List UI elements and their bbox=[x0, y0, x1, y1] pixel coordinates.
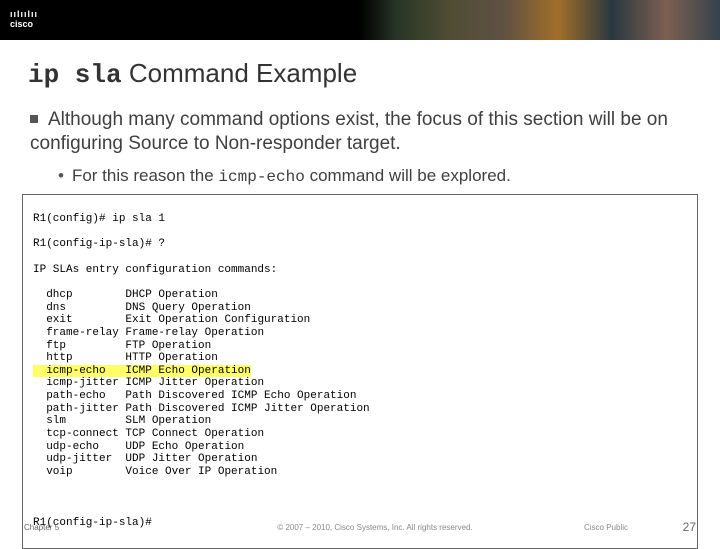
term-option-row: dns DNS Query Operation bbox=[33, 302, 687, 315]
term-option-desc: Path Discovered ICMP Jitter Operation bbox=[125, 403, 369, 415]
term-option-desc: DNS Query Operation bbox=[125, 302, 250, 314]
term-option-desc: HTTP Operation bbox=[125, 352, 217, 364]
term-option: voip bbox=[33, 466, 125, 478]
term-option-desc: UDP Echo Operation bbox=[125, 441, 244, 453]
term-line: R1(config)# ip sla 1 bbox=[33, 213, 687, 226]
term-option-row: udp-jitter UDP Jitter Operation bbox=[33, 453, 687, 466]
term-option-row: dhcp DHCP Operation bbox=[33, 289, 687, 302]
page-title: ip sla Command Example bbox=[28, 58, 696, 90]
term-line: IP SLAs entry configuration commands: bbox=[33, 264, 687, 277]
sub-bullet-cmd: icmp-echo bbox=[218, 168, 304, 186]
term-option: frame-relay bbox=[33, 327, 125, 339]
term-option: dhcp bbox=[33, 289, 125, 301]
term-option-desc: Path Discovered ICMP Echo Operation bbox=[125, 390, 356, 402]
brand-name: cisco bbox=[10, 19, 33, 29]
term-option-desc: ICMP Jitter Operation bbox=[125, 377, 264, 389]
term-option-row: frame-relay Frame-relay Operation bbox=[33, 327, 687, 340]
term-option: icmp-echo bbox=[33, 365, 125, 377]
term-option-row: ftp FTP Operation bbox=[33, 340, 687, 353]
term-option: tcp-connect bbox=[33, 428, 125, 440]
footer: Chapter 5 © 2007 – 2010, Cisco Systems, … bbox=[0, 520, 720, 534]
term-option: ftp bbox=[33, 340, 125, 352]
header-photo-strip bbox=[360, 0, 720, 40]
term-option-row: icmp-echo ICMP Echo Operation bbox=[33, 365, 687, 378]
footer-page: 27 bbox=[656, 520, 696, 534]
brand-logo: ıılıılıı cisco bbox=[0, 10, 38, 30]
term-blank bbox=[33, 491, 687, 504]
term-option-row: voip Voice Over IP Operation bbox=[33, 466, 687, 479]
term-line: R1(config-ip-sla)# ? bbox=[33, 238, 687, 251]
term-option-desc: SLM Operation bbox=[125, 415, 211, 427]
title-command: ip sla bbox=[28, 60, 122, 90]
term-option: exit bbox=[33, 314, 125, 326]
title-rest: Command Example bbox=[122, 58, 358, 88]
square-bullet-icon bbox=[30, 115, 38, 123]
main-bullet: Although many command options exist, the… bbox=[30, 108, 690, 156]
term-option: dns bbox=[33, 302, 125, 314]
term-option: udp-jitter bbox=[33, 453, 125, 465]
term-option-desc: DHCP Operation bbox=[125, 289, 217, 301]
term-option-row: icmp-jitter ICMP Jitter Operation bbox=[33, 377, 687, 390]
sub-bullet: • For this reason the icmp-echo command w… bbox=[58, 166, 690, 186]
term-option: slm bbox=[33, 415, 125, 427]
term-option-row: slm SLM Operation bbox=[33, 415, 687, 428]
dot-bullet-icon: • bbox=[58, 166, 64, 185]
footer-public: Cisco Public bbox=[556, 523, 656, 532]
term-option: path-jitter bbox=[33, 403, 125, 415]
term-option-desc: Voice Over IP Operation bbox=[125, 466, 277, 478]
main-bullet-text: Although many command options exist, the… bbox=[30, 109, 668, 154]
footer-copyright: © 2007 – 2010, Cisco Systems, Inc. All r… bbox=[194, 523, 556, 532]
term-option-row: tcp-connect TCP Connect Operation bbox=[33, 428, 687, 441]
term-option-row: path-jitter Path Discovered ICMP Jitter … bbox=[33, 403, 687, 416]
term-option-desc: Frame-relay Operation bbox=[125, 327, 264, 339]
sub-bullet-post: command will be explored. bbox=[305, 166, 511, 185]
term-option-desc: UDP Jitter Operation bbox=[125, 453, 257, 465]
logo-bars-icon: ıılıılıı bbox=[10, 9, 38, 19]
terminal-output: R1(config)# ip sla 1 R1(config-ip-sla)# … bbox=[22, 194, 698, 549]
sub-bullet-pre: For this reason the bbox=[72, 166, 218, 185]
term-option: icmp-jitter bbox=[33, 377, 125, 389]
term-option-desc: Exit Operation Configuration bbox=[125, 314, 310, 326]
term-option-row: path-echo Path Discovered ICMP Echo Oper… bbox=[33, 390, 687, 403]
term-option-desc: FTP Operation bbox=[125, 340, 211, 352]
term-option: udp-echo bbox=[33, 441, 125, 453]
footer-chapter: Chapter 5 bbox=[24, 523, 194, 532]
term-option-row: udp-echo UDP Echo Operation bbox=[33, 441, 687, 454]
term-option-desc: TCP Connect Operation bbox=[125, 428, 264, 440]
term-option: http bbox=[33, 352, 125, 364]
term-option-row: http HTTP Operation bbox=[33, 352, 687, 365]
term-option-row: exit Exit Operation Configuration bbox=[33, 314, 687, 327]
header-band: ıılıılıı cisco bbox=[0, 0, 720, 40]
term-option-desc: ICMP Echo Operation bbox=[125, 365, 250, 377]
term-option: path-echo bbox=[33, 390, 125, 402]
